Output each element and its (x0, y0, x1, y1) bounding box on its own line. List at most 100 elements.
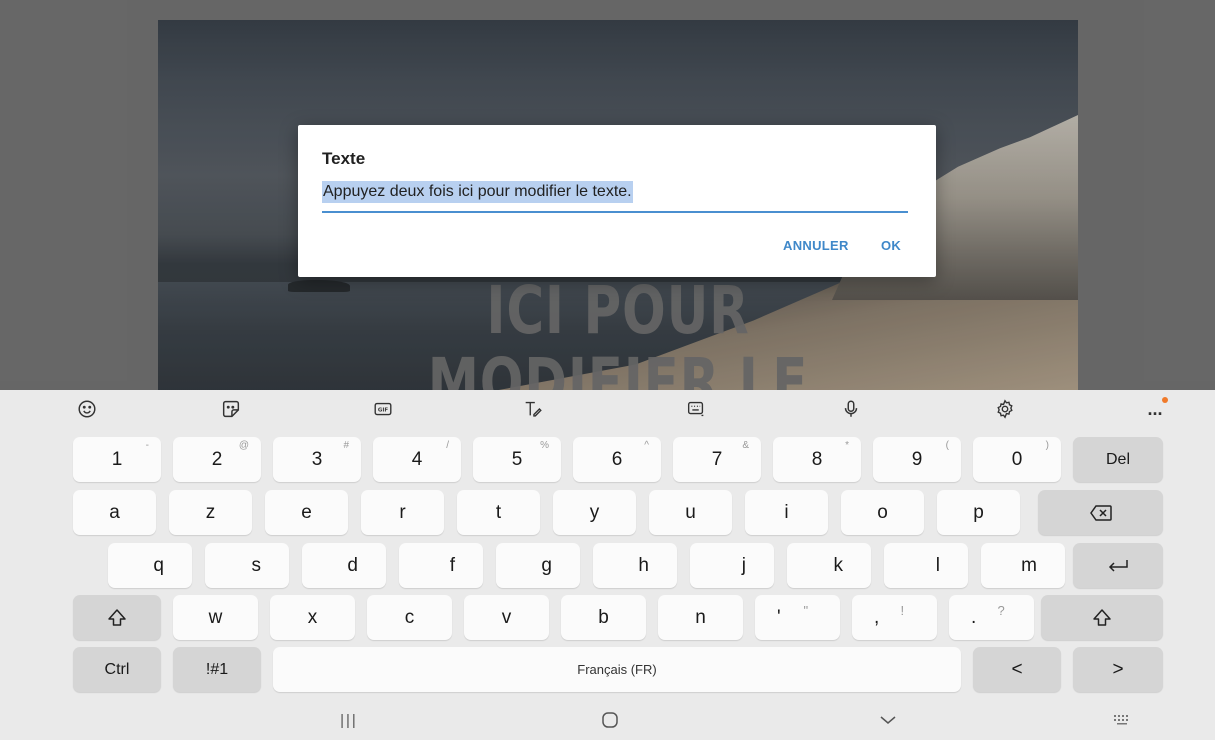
key-label: 7 (711, 448, 723, 470)
key-apostrophe[interactable]: ' " (755, 595, 840, 640)
shift-icon (108, 608, 126, 626)
dialog-title: Texte (322, 149, 366, 168)
key-label: n (695, 606, 706, 628)
enter-key[interactable] (1073, 543, 1163, 588)
key-label: Ctrl (104, 660, 130, 678)
key-p[interactable]: p (937, 490, 1020, 535)
key-label: h (638, 554, 649, 576)
key-k[interactable]: k (787, 543, 871, 588)
key-s[interactable]: s (205, 543, 289, 588)
key-label: j (741, 554, 746, 576)
key-h[interactable]: h (593, 543, 677, 588)
ok-button[interactable]: OK (881, 238, 901, 253)
key-5[interactable]: 5% (473, 437, 561, 482)
key-hint: * (845, 440, 849, 451)
key-x[interactable]: x (270, 595, 355, 640)
gif-label: GIF (378, 407, 389, 413)
key-hint: % (540, 440, 549, 451)
key-label: r (399, 501, 406, 523)
key-v[interactable]: v (464, 595, 549, 640)
key-9[interactable]: 9( (873, 437, 961, 482)
emoji-icon[interactable] (74, 396, 100, 422)
key-d[interactable]: d (302, 543, 386, 588)
key-label: y (589, 501, 600, 523)
key-3[interactable]: 3 # (273, 437, 361, 482)
key-hint: ) (1045, 440, 1049, 451)
ctrl-key[interactable]: Ctrl (73, 647, 161, 692)
microphone-icon[interactable] (838, 396, 864, 422)
language-label: Français (FR) (577, 662, 657, 677)
key-label: 6 (611, 448, 623, 470)
key-7[interactable]: 7 & (673, 437, 761, 482)
hide-keyboard-icon[interactable] (876, 708, 900, 732)
shift-key-right[interactable] (1041, 595, 1163, 640)
more-icon[interactable]: ... (1142, 396, 1168, 422)
key-hint: " (803, 603, 809, 618)
text-input[interactable]: Appuyez deux fois ici pour modifier le t… (322, 181, 908, 213)
key-n[interactable]: n (658, 595, 743, 640)
key-label: p (973, 501, 984, 523)
key-i[interactable]: i (745, 490, 828, 535)
key-c[interactable]: c (367, 595, 452, 640)
key-label: i (784, 501, 789, 523)
key-comma[interactable]: ,! (852, 595, 937, 640)
cursor-right-key[interactable]: > (1073, 647, 1163, 692)
key-2[interactable]: 2 @ (173, 437, 261, 482)
selected-text[interactable]: Appuyez deux fois ici pour modifier le t… (322, 181, 633, 203)
key-label: < (1011, 658, 1023, 680)
key-u[interactable]: u (649, 490, 732, 535)
key-0[interactable]: 0) (973, 437, 1061, 482)
key-m[interactable]: m (981, 543, 1065, 588)
key-e[interactable]: e (265, 490, 348, 535)
key-8[interactable]: 8 * (773, 437, 861, 482)
key-label: m (1021, 554, 1037, 576)
key-z[interactable]: z (169, 490, 252, 535)
backspace-icon (1089, 504, 1112, 521)
key-hint: / (446, 440, 449, 451)
key-label: d (347, 554, 358, 576)
key-label: g (541, 554, 552, 576)
sticker-icon[interactable] (218, 396, 244, 422)
recents-icon[interactable]: ||| (337, 708, 361, 732)
gif-icon[interactable]: GIF (370, 396, 396, 422)
key-label: k (833, 554, 844, 576)
backspace-key[interactable] (1038, 490, 1163, 535)
home-icon[interactable] (598, 708, 622, 732)
key-j[interactable]: j (690, 543, 774, 588)
key-w[interactable]: w (173, 595, 258, 640)
key-6[interactable]: 6 ^ (573, 437, 661, 482)
key-hint: ^ (644, 440, 649, 451)
key-label: u (685, 501, 696, 523)
space-key[interactable]: Français (FR) (273, 647, 961, 692)
key-label: e (301, 501, 312, 523)
key-f[interactable]: f (399, 543, 483, 588)
key-r[interactable]: r (361, 490, 444, 535)
shift-key-left[interactable] (73, 595, 161, 640)
key-y[interactable]: y (553, 490, 636, 535)
key-o[interactable]: o (841, 490, 924, 535)
key-q[interactable]: q (108, 543, 192, 588)
symbols-key[interactable]: !#1 (173, 647, 261, 692)
cancel-button[interactable]: ANNULER (783, 238, 849, 253)
key-label: 0 (1011, 448, 1023, 470)
keyboard-layout-icon[interactable] (683, 396, 709, 422)
more-label: ... (1147, 398, 1163, 419)
keyboard-switch-icon[interactable] (1110, 708, 1134, 732)
key-g[interactable]: g (496, 543, 580, 588)
key-label: a (109, 501, 120, 523)
key-label: w (208, 606, 223, 628)
key-4[interactable]: 4/ (373, 437, 461, 482)
handwriting-icon[interactable] (520, 396, 546, 422)
delete-key[interactable]: Del (1073, 437, 1163, 482)
key-1[interactable]: 1- (73, 437, 161, 482)
key-period[interactable]: .? (949, 595, 1034, 640)
key-hint: ? (997, 603, 1005, 618)
key-b[interactable]: b (561, 595, 646, 640)
cursor-left-key[interactable]: < (973, 647, 1061, 692)
settings-icon[interactable] (992, 396, 1018, 422)
key-a[interactable]: a (73, 490, 156, 535)
key-label: 2 (211, 448, 223, 470)
key-l[interactable]: l (884, 543, 968, 588)
key-t[interactable]: t (457, 490, 540, 535)
key-hint: @ (238, 440, 249, 451)
